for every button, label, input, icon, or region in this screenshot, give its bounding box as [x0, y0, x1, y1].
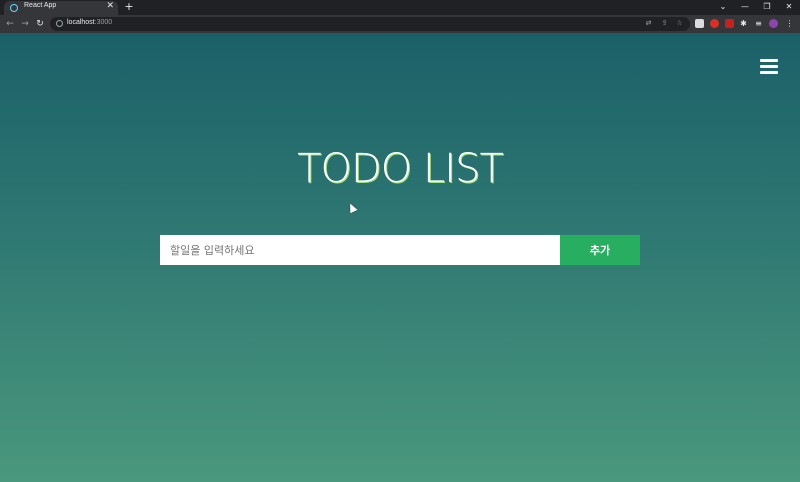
add-button[interactable]: 추가	[560, 235, 640, 265]
tab-title: React App	[24, 2, 57, 9]
back-icon[interactable]: ←	[4, 18, 16, 30]
new-tab-button[interactable]: +	[123, 0, 135, 14]
extension-icon-1[interactable]	[695, 19, 704, 28]
browser-toolbar: ← → ↻ localhost:3000 ⇄ ⇪ ☆ ✱ ≡ ⋮	[0, 15, 800, 33]
address-bar[interactable]: localhost:3000 ⇄ ⇪ ☆	[50, 17, 690, 31]
mouse-cursor	[346, 201, 358, 214]
bookmark-star-icon[interactable]: ☆	[675, 19, 684, 28]
browser-chrome: React App ✕ + ⌄ — ❐ ✕ ← → ↻ localhost:30…	[0, 0, 800, 33]
translate-icon[interactable]: ⇄	[644, 19, 653, 28]
reading-list-icon[interactable]: ≡	[754, 19, 763, 28]
react-icon	[10, 4, 18, 12]
todo-form: 추가	[160, 235, 640, 265]
tab-strip: React App ✕ + ⌄ — ❐ ✕	[0, 0, 800, 15]
tab-search-icon[interactable]: ⌄	[712, 0, 734, 15]
site-info-icon[interactable]	[56, 20, 63, 27]
reload-icon[interactable]: ↻	[34, 18, 46, 30]
page-title: TODO LIST	[297, 146, 504, 192]
extension-icon-3[interactable]	[725, 19, 734, 28]
tab-close-icon[interactable]: ✕	[106, 1, 114, 11]
forward-icon[interactable]: →	[19, 18, 31, 30]
browser-menu-icon[interactable]: ⋮	[785, 19, 794, 28]
todo-input[interactable]	[160, 235, 560, 265]
restore-button[interactable]: ❐	[756, 0, 778, 15]
close-window-button[interactable]: ✕	[778, 0, 800, 15]
minimize-button[interactable]: —	[734, 0, 756, 15]
hamburger-menu-icon[interactable]	[760, 59, 778, 75]
app-page: TODO LIST 추가	[0, 33, 800, 482]
profile-avatar[interactable]	[769, 19, 778, 28]
extension-icon-2[interactable]	[710, 19, 719, 28]
share-icon[interactable]: ⇪	[660, 19, 669, 28]
url-text: localhost:3000	[67, 19, 113, 26]
extensions-puzzle-icon[interactable]: ✱	[739, 19, 748, 28]
tab-react-app[interactable]: React App ✕	[4, 1, 118, 15]
